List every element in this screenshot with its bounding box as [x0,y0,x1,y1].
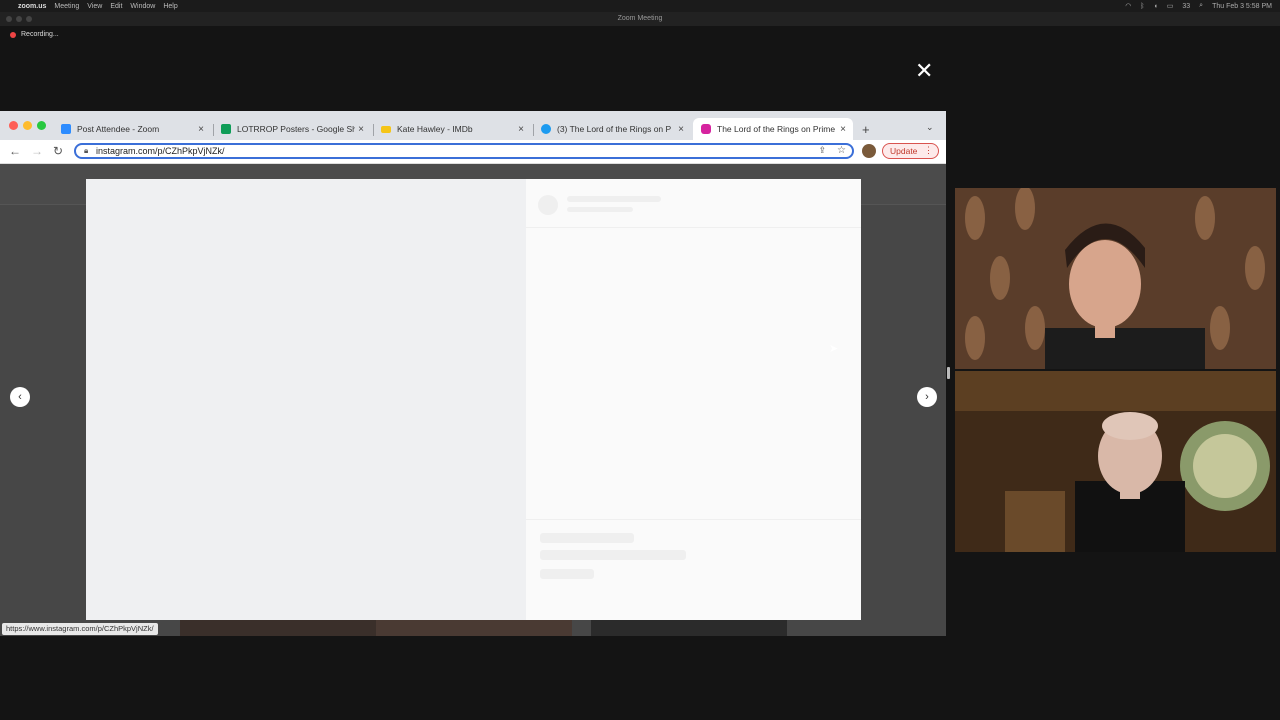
zoom-window-title: Zoom Meeting [617,15,663,22]
menu-meeting[interactable]: Meeting [54,3,79,10]
zoom-favicon-icon [61,124,71,134]
tab-title: Kate Hawley - IMDb [397,124,473,134]
battery-percent: 33 [1182,2,1191,10]
previous-post-icon[interactable]: ‹ [10,387,30,407]
divider [526,519,861,520]
zoom-window-icon[interactable] [37,121,46,130]
tab-strip: Post Attendee - Zoom × LOTRROP Posters -… [0,111,946,140]
tab-search-chevron-icon[interactable]: ⌄ [926,122,934,133]
tab-title: The Lord of the Rings on Prime [717,124,836,134]
twitter-favicon-icon [541,124,551,134]
close-tab-icon[interactable]: × [355,124,367,135]
share-icon[interactable]: ⇪ [818,145,826,156]
imdb-favicon-icon [381,125,391,133]
close-window-icon[interactable] [9,121,18,130]
link-status-bar: https://www.instagram.com/p/CZhPkpVjNZk/ [2,623,158,635]
kebab-menu-icon[interactable]: ⋮ [924,145,933,156]
menu-help[interactable]: Help [163,3,177,10]
battery-icon[interactable]: ▭ [1167,2,1174,10]
close-tab-icon[interactable]: × [515,124,527,135]
tab-imdb[interactable]: Kate Hawley - IMDb × [373,118,531,140]
video-panel-resize-handle[interactable] [947,367,950,379]
tab-title: Post Attendee - Zoom [77,124,160,134]
recording-indicator[interactable]: Recording... [10,31,59,38]
update-button[interactable]: Update ⋮ [882,143,939,159]
shared-browser-window: Post Attendee - Zoom × LOTRROP Posters -… [0,111,946,636]
search-icon[interactable]: ⌕ [1199,2,1203,10]
instagram-favicon-icon [701,124,711,134]
wifi-icon[interactable]: ◠ [1125,2,1131,10]
post-modal [86,179,861,620]
text-skeleton [567,196,661,202]
close-modal-icon[interactable]: ✕ [915,60,933,82]
status-icons: ◠ ᛒ ◖ ▭ 33 ⌕ Thu Feb 3 5:58 PM [1125,2,1272,10]
volume-icon[interactable]: ◖ [1154,3,1158,10]
tab-title: LOTRROP Posters - Google Sh [237,124,355,134]
zoom-window-controls[interactable] [6,16,32,22]
lock-icon[interactable]: 🔒︎ [84,146,88,156]
recording-label: Recording... [21,31,59,38]
tab-google-sheets[interactable]: LOTRROP Posters - Google Sh × [213,118,371,140]
menu-edit[interactable]: Edit [110,3,122,10]
tab-twitter[interactable]: (3) The Lord of the Rings on P × [533,118,691,140]
address-url[interactable]: instagram.com/p/CZhPkpVjNZk/ [96,146,225,156]
close-tab-icon[interactable]: × [195,124,207,135]
post-thumbnail[interactable] [376,620,572,636]
next-post-icon[interactable]: › [917,387,937,407]
update-button-label: Update [890,146,918,156]
close-tab-icon[interactable]: × [675,124,687,135]
text-skeleton [540,569,594,579]
new-tab-icon[interactable]: + [862,122,870,137]
macos-menubar: zoom.us Meeting View Edit Window Help ◠ … [0,0,1280,12]
close-tab-icon[interactable]: × [837,124,849,135]
address-bar[interactable]: 🔒︎ instagram.com/p/CZhPkpVjNZk/ ⇪ ☆ [74,143,854,159]
post-thumbnail[interactable] [591,620,787,636]
menubar-clock[interactable]: Thu Feb 3 5:58 PM [1212,3,1272,10]
text-skeleton [540,533,634,543]
participant-video-image [955,188,1276,369]
participant-video-image [955,371,1276,552]
divider [526,227,861,228]
tab-title: (3) The Lord of the Rings on P [557,124,672,134]
sheets-favicon-icon [221,124,231,134]
tab-zoom[interactable]: Post Attendee - Zoom × [53,118,211,140]
text-skeleton [567,207,633,212]
tab-instagram[interactable]: The Lord of the Rings on Prime × [693,118,853,140]
mouse-cursor-icon: ➤ [829,343,839,355]
zoom-title-bar: Zoom Meeting [0,12,1280,26]
menu-app-name[interactable]: zoom.us [18,3,46,10]
browser-toolbar: ← → ↻ 🔒︎ instagram.com/p/CZhPkpVjNZk/ ⇪ … [0,140,946,164]
text-skeleton [540,550,686,560]
menu-view[interactable]: View [87,3,102,10]
participant-video-tile[interactable] [955,188,1276,369]
instagram-page [0,164,946,636]
reload-icon[interactable]: ↻ [53,144,63,158]
bookmark-star-icon[interactable]: ☆ [837,145,846,156]
participant-video-tile[interactable] [955,371,1276,552]
forward-arrow-icon[interactable]: → [31,144,43,158]
recording-dot-icon [10,31,16,38]
post-media-placeholder[interactable] [86,179,526,620]
menu-window[interactable]: Window [130,3,155,10]
profile-avatar[interactable] [862,144,876,158]
post-thumbnail[interactable] [180,620,376,636]
bluetooth-icon[interactable]: ᛒ [1140,3,1144,10]
post-details-panel [526,179,861,620]
back-arrow-icon[interactable]: ← [9,144,21,158]
avatar-skeleton [538,195,558,215]
minimize-window-icon[interactable] [23,121,32,130]
